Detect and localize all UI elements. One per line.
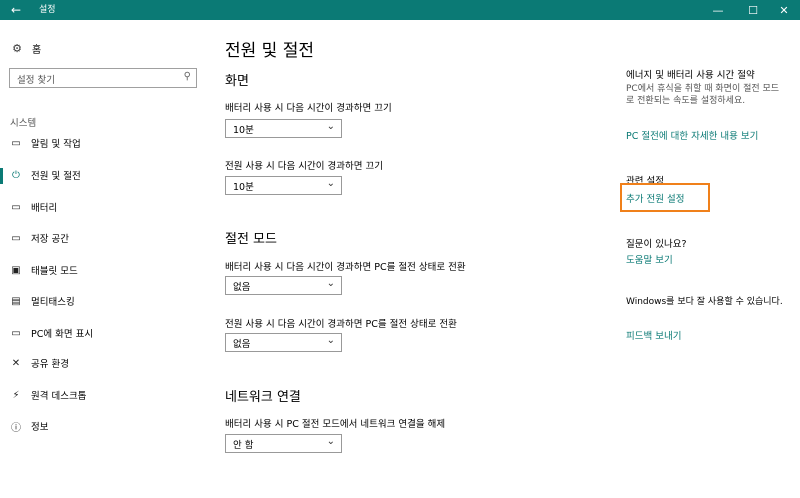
sidebar-item-label: 정보 xyxy=(31,422,49,433)
sidebar-item-multitasking[interactable]: ▤ 멀티태스킹 xyxy=(0,288,205,314)
storage-icon: ▭ xyxy=(11,232,21,244)
sidebar-item-remote-desktop[interactable]: ⚡ 원격 데스크톱 xyxy=(0,382,205,408)
sidebar-item-label: 태블릿 모드 xyxy=(31,266,78,277)
sidebar-item-label: PC에 화면 표시 xyxy=(31,329,94,340)
page-title: 전원 및 절전 xyxy=(225,41,315,61)
info-icon: ⓘ xyxy=(11,422,21,434)
energy-heading: 에너지 및 배터리 사용 시간 절약 xyxy=(626,70,755,81)
related-pane: 에너지 및 배터리 사용 시간 절약 PC에서 휴식을 취할 때 화면이 절전 … xyxy=(605,20,800,498)
select-value: 10분 xyxy=(233,182,254,193)
network-label: 배터리 사용 시 PC 절전 모드에서 네트워크 연결을 해제 xyxy=(225,419,446,430)
sleep-battery-label: 배터리 사용 시 다음 시간이 경과하면 PC를 절전 상태로 전환 xyxy=(225,262,466,273)
question-heading: 질문이 있나요? xyxy=(626,239,687,250)
gear-icon: ⚙ xyxy=(12,41,22,55)
improve-windows-text: Windows를 보다 잘 사용할 수 있습니다. xyxy=(626,297,783,307)
close-button[interactable]: ✕ xyxy=(768,0,800,20)
sidebar-item-label: 배터리 xyxy=(31,203,58,214)
sidebar-item-label: 알림 및 작업 xyxy=(31,139,81,150)
search-icon[interactable]: ⚲ xyxy=(184,71,191,82)
screen-plugged-select[interactable]: 10분 ⌄ xyxy=(225,176,342,195)
screen-plugged-label: 전원 사용 시 다음 시간이 경과하면 끄기 xyxy=(225,161,383,172)
power-icon: ⏻ xyxy=(12,169,20,181)
sleep-battery-select[interactable]: 없음 ⌄ xyxy=(225,276,342,295)
minimize-button[interactable]: — xyxy=(702,0,734,20)
sidebar-item-label: 공유 환경 xyxy=(31,359,69,370)
search-placeholder: 설정 찾기 xyxy=(17,75,55,86)
chevron-down-icon: ⌄ xyxy=(326,178,335,189)
additional-power-settings-link[interactable]: 추가 전원 설정 xyxy=(626,191,684,205)
get-help-link[interactable]: 도움말 보기 xyxy=(626,252,673,266)
sidebar: ⚙ 홈 설정 찾기 ⚲ 시스템 ▭ 알림 및 작업 ⏻ 전원 및 절전 ▭ 배터… xyxy=(0,20,205,498)
back-button[interactable]: ← xyxy=(0,0,32,20)
battery-icon: ▭ xyxy=(11,201,21,213)
sleep-heading: 절전 모드 xyxy=(225,232,277,247)
message-icon: ▭ xyxy=(11,137,21,149)
network-select[interactable]: 안 함 ⌄ xyxy=(225,434,342,453)
select-value: 없음 xyxy=(233,339,251,350)
sidebar-item-tablet-mode[interactable]: ▣ 태블릿 모드 xyxy=(0,257,205,283)
sidebar-item-notifications[interactable]: ▭ 알림 및 작업 xyxy=(0,130,205,156)
sleep-plugged-select[interactable]: 없음 ⌄ xyxy=(225,333,342,352)
energy-description: PC에서 휴식을 취할 때 화면이 절전 모드로 전환되는 속도를 설정하세요. xyxy=(626,84,780,106)
chevron-down-icon: ⌄ xyxy=(326,121,335,132)
screen-battery-select[interactable]: 10분 ⌄ xyxy=(225,119,342,138)
screen-battery-label: 배터리 사용 시 다음 시간이 경과하면 끄기 xyxy=(225,103,392,114)
multitasking-icon: ▤ xyxy=(11,295,21,307)
select-value: 10분 xyxy=(233,125,254,136)
select-value: 없음 xyxy=(233,282,251,293)
share-icon: ✕ xyxy=(11,357,21,369)
select-value: 안 함 xyxy=(233,440,254,451)
network-heading: 네트워크 연결 xyxy=(225,390,301,405)
sidebar-item-label: 원격 데스크톱 xyxy=(31,391,87,402)
remote-desktop-icon: ⚡ xyxy=(12,389,20,401)
project-icon: ▭ xyxy=(11,327,21,339)
sidebar-item-shared-experiences[interactable]: ✕ 공유 환경 xyxy=(0,350,205,376)
window-title: 설정 xyxy=(39,5,56,15)
home-nav-item[interactable]: ⚙ 홈 xyxy=(10,40,41,56)
chevron-down-icon: ⌄ xyxy=(326,278,335,289)
sidebar-item-label: 저장 공간 xyxy=(31,234,69,245)
sidebar-item-about[interactable]: ⓘ 정보 xyxy=(0,413,205,439)
maximize-button[interactable]: ☐ xyxy=(737,0,769,20)
title-bar: ← 설정 — ☐ ✕ xyxy=(0,0,800,20)
sidebar-item-label: 전원 및 절전 xyxy=(31,171,81,182)
tablet-icon: ▣ xyxy=(11,264,21,276)
sidebar-item-label: 멀티태스킹 xyxy=(31,297,75,308)
screen-heading: 화면 xyxy=(225,74,249,89)
sidebar-item-power-sleep[interactable]: ⏻ 전원 및 절전 xyxy=(0,162,205,188)
sidebar-item-storage[interactable]: ▭ 저장 공간 xyxy=(0,225,205,251)
home-label: 홈 xyxy=(32,44,42,56)
sidebar-item-project-to-pc[interactable]: ▭ PC에 화면 표시 xyxy=(0,320,205,346)
feedback-link[interactable]: 피드백 보내기 xyxy=(626,328,681,342)
chevron-down-icon: ⌄ xyxy=(326,335,335,346)
section-label: 시스템 xyxy=(10,118,37,129)
active-indicator xyxy=(0,168,3,184)
sidebar-item-battery[interactable]: ▭ 배터리 xyxy=(0,194,205,220)
sleep-plugged-label: 전원 사용 시 다음 시간이 경과하면 PC를 절전 상태로 전환 xyxy=(225,319,457,330)
power-sleep-info-link[interactable]: PC 절전에 대한 자세한 내용 보기 xyxy=(626,128,758,142)
chevron-down-icon: ⌄ xyxy=(326,436,335,447)
main-content: 전원 및 절전 화면 배터리 사용 시 다음 시간이 경과하면 끄기 10분 ⌄… xyxy=(205,20,605,498)
search-input[interactable]: 설정 찾기 ⚲ xyxy=(9,68,197,88)
